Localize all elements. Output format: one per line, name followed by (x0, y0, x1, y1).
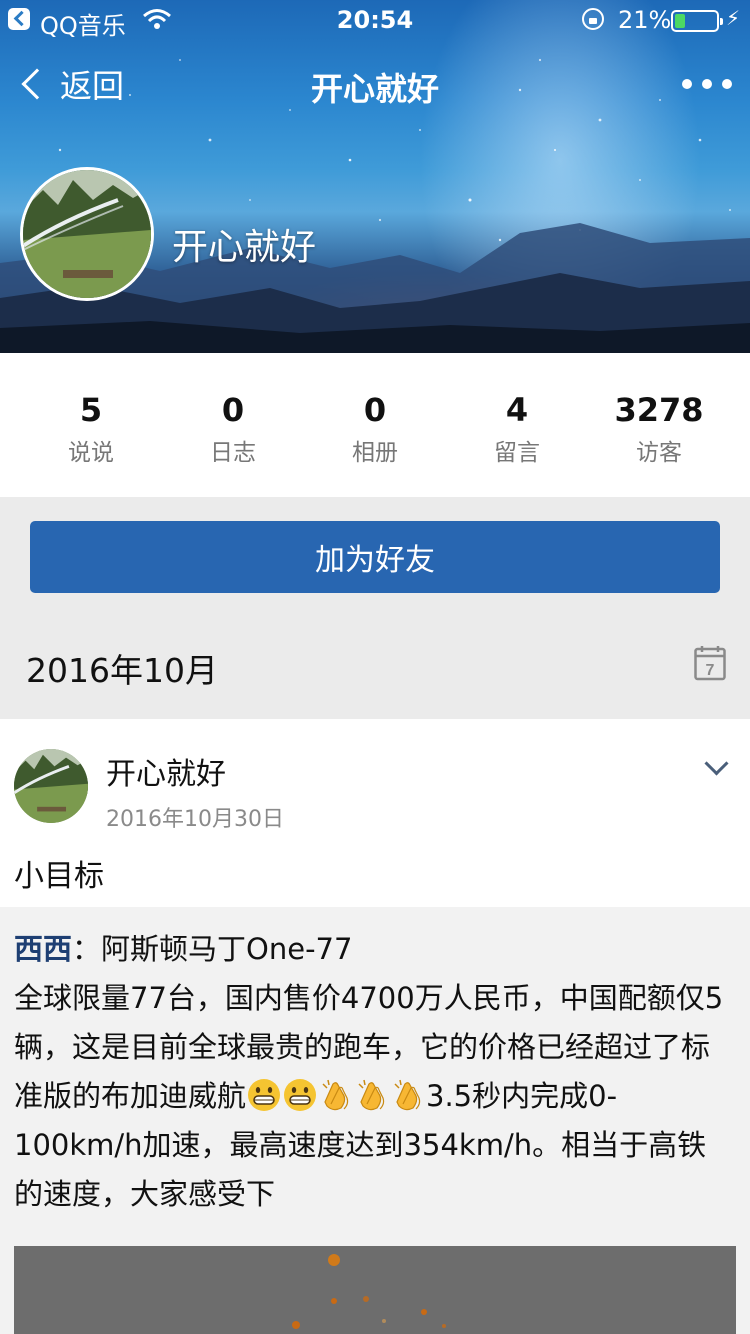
stat-label: 说说 (68, 440, 114, 466)
clapping-hands-icon (394, 1079, 421, 1111)
stat-value: 4 (505, 391, 529, 429)
dot-icon (722, 79, 732, 89)
stat-shuoshuo[interactable]: 5 说说 (21, 353, 161, 497)
month-label: 2016年10月 (26, 651, 218, 690)
shared-content[interactable]: 西西：阿斯顿马丁One-77 全球限量77台，国内售价4700万人民币，中国配额… (0, 907, 750, 1334)
battery-icon (671, 10, 723, 32)
charging-bolt-icon: ⚡ (726, 6, 741, 30)
calendar-day: 7 (706, 662, 715, 679)
dot-icon (682, 79, 692, 89)
post-text: 小目标 (14, 859, 104, 894)
stat-label: 留言 (494, 440, 540, 466)
stat-messages[interactable]: 4 留言 (447, 353, 587, 497)
profile-header: QQ音乐 20:54 21% ⚡ 返回 开心就好 开心就好 (0, 0, 750, 353)
chevron-down-icon[interactable] (702, 753, 730, 781)
shared-image-photo (292, 1254, 446, 1329)
dot-icon (702, 79, 712, 89)
status-bar: QQ音乐 20:54 21% ⚡ (0, 0, 750, 40)
stats-bar: 5 说说 0 日志 0 相册 4 留言 3278 访客 (0, 353, 750, 497)
stat-label: 日志 (210, 440, 256, 466)
stat-label: 访客 (636, 440, 682, 466)
stat-value: 5 (79, 391, 103, 429)
page-title: 开心就好 (310, 70, 439, 108)
clapping-hands-icon (322, 1079, 349, 1111)
month-header: 2016年10月 (0, 610, 750, 718)
post-author[interactable]: 开心就好 (106, 749, 226, 793)
profile-avatar[interactable] (20, 167, 154, 301)
stat-blog[interactable]: 0 日志 (163, 353, 303, 497)
shared-title: 阿斯顿马丁One-77 (101, 932, 353, 966)
post-date: 2016年10月30日 (106, 807, 284, 832)
stat-value: 3278 (614, 391, 704, 429)
avatar-photo (23, 170, 151, 298)
grinning-face-icon (284, 1079, 317, 1111)
shared-separator: ： (72, 932, 102, 966)
battery-percent: 21% (618, 6, 672, 34)
stat-album[interactable]: 0 相册 (305, 353, 445, 497)
nav-bar: 返回 开心就好 (0, 56, 750, 112)
stat-value: 0 (363, 391, 387, 429)
stat-label: 相册 (352, 440, 398, 466)
calendar-icon[interactable]: 7 (694, 645, 726, 681)
post-avatar[interactable] (14, 749, 88, 823)
shared-user-link[interactable]: 西西 (14, 932, 72, 966)
shared-image[interactable] (14, 1246, 736, 1334)
feed-post: 开心就好 2016年10月30日 小目标 西西：阿斯顿马丁One-77 全球限量… (0, 719, 750, 1334)
orientation-lock-icon (582, 8, 604, 30)
more-options-button[interactable] (682, 70, 732, 98)
clapping-hands-icon (358, 1079, 385, 1111)
profile-name: 开心就好 (172, 227, 317, 268)
stat-value: 0 (221, 391, 245, 429)
avatar-photo (14, 749, 88, 823)
shared-text: 西西：阿斯顿马丁One-77 全球限量77台，国内售价4700万人民币，中国配额… (14, 925, 734, 1219)
add-friend-button[interactable]: 加为好友 (30, 521, 720, 593)
grinning-face-icon (248, 1079, 281, 1111)
stat-visitors[interactable]: 3278 访客 (589, 353, 729, 497)
